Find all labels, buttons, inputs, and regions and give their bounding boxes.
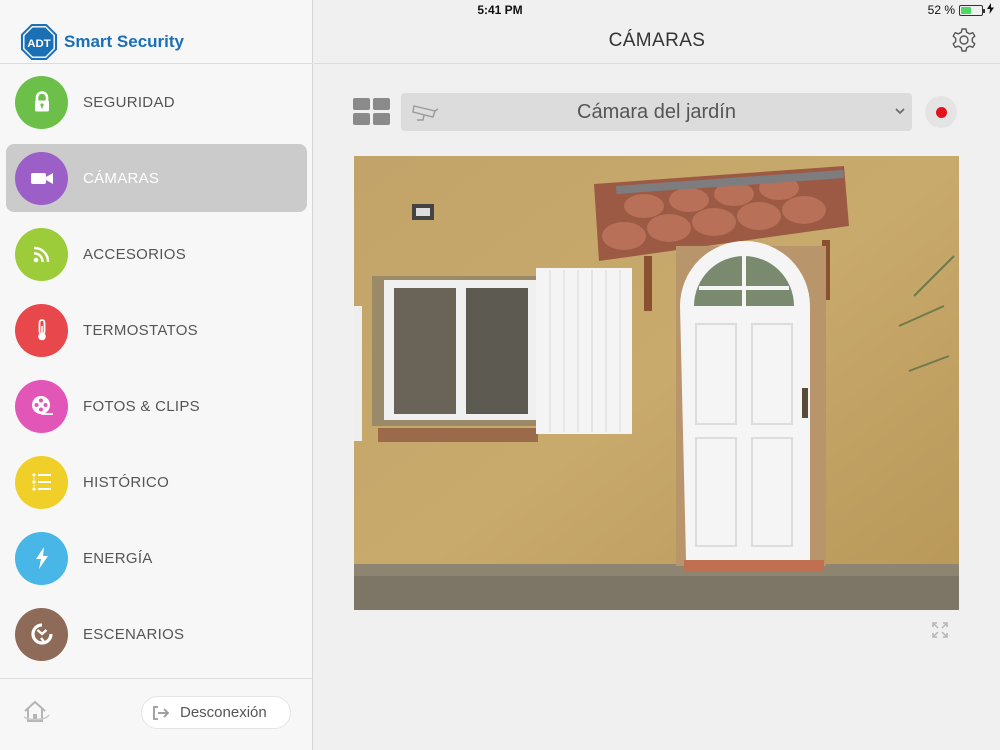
sidebar-item-termostatos[interactable]: TERMOSTATOS <box>0 292 313 368</box>
svg-text:ADT: ADT <box>27 38 50 50</box>
thermometer-icon <box>15 303 68 357</box>
page-title: CÁMARAS <box>608 30 706 51</box>
sidebar-item-escenarios[interactable]: ESCENARIOS <box>0 596 313 672</box>
lock-icon <box>15 75 68 129</box>
charging-icon <box>987 3 994 17</box>
video-camera-icon <box>15 151 68 205</box>
sidebar-item-historico[interactable]: HISTÓRICO <box>0 444 313 520</box>
sidebar-item-label: CÁMARAS <box>83 169 160 187</box>
security-camera-icon <box>412 105 439 121</box>
gear-icon <box>952 28 976 52</box>
sidebar-item-energia[interactable]: ENERGÍA <box>0 520 313 596</box>
sidebar-item-label: ACCESORIOS <box>83 245 187 263</box>
sidebar-item-label: ENERGÍA <box>83 549 153 567</box>
wireless-icon <box>15 227 68 281</box>
film-reel-icon <box>15 379 68 433</box>
sidebar-item-label: FOTOS & CLIPS <box>83 397 200 415</box>
sidebar-item-label: TERMOSTATOS <box>83 321 198 339</box>
chevron-down-icon <box>895 108 905 115</box>
fullscreen-button[interactable] <box>931 621 949 639</box>
home-button[interactable] <box>20 698 52 726</box>
sidebar-item-label: HISTÓRICO <box>83 473 170 491</box>
record-button[interactable] <box>925 96 957 128</box>
lightning-icon <box>15 531 68 585</box>
sidebar-item-fotos-clips[interactable]: FOTOS & CLIPS <box>0 368 313 444</box>
sidebar-item-seguridad[interactable]: SEGURIDAD <box>0 64 313 140</box>
sidebar-item-accesorios[interactable]: ACCESORIOS <box>0 216 313 292</box>
sidebar: ADT Smart Security SEGURIDAD CÁMARAS ACC… <box>0 0 313 750</box>
home-icon <box>23 700 50 722</box>
scenes-icon <box>15 607 68 661</box>
brand-name: Smart Security <box>64 32 184 51</box>
selected-camera: Cámara del jardín <box>577 100 736 123</box>
adt-logo: ADT <box>20 23 58 61</box>
camera-feed[interactable] <box>354 156 959 610</box>
camera-select[interactable]: Cámara del jardín <box>401 93 912 131</box>
expand-icon <box>932 622 948 638</box>
divider <box>0 678 313 679</box>
battery-icon <box>959 4 985 16</box>
settings-button[interactable] <box>950 26 978 54</box>
sidebar-item-label: ESCENARIOS <box>83 625 185 643</box>
camera-image <box>354 156 959 610</box>
sidebar-nav: SEGURIDAD CÁMARAS ACCESORIOS TERMOSTATOS… <box>0 64 313 672</box>
logout-label: Desconexión <box>180 704 267 721</box>
divider <box>314 63 1000 64</box>
brand: ADT Smart Security <box>20 22 184 62</box>
logout-icon <box>153 705 170 720</box>
record-icon <box>935 106 947 118</box>
grid-icon <box>353 98 390 125</box>
status-right: 52 % <box>928 3 994 17</box>
sidebar-item-camaras[interactable]: CÁMARAS <box>0 140 313 216</box>
battery-percent: 52 % <box>927 3 955 17</box>
grid-view-button[interactable] <box>353 98 390 126</box>
list-icon <box>15 455 68 509</box>
sidebar-item-label: SEGURIDAD <box>83 93 175 111</box>
logout-button[interactable]: Desconexión <box>141 696 291 729</box>
